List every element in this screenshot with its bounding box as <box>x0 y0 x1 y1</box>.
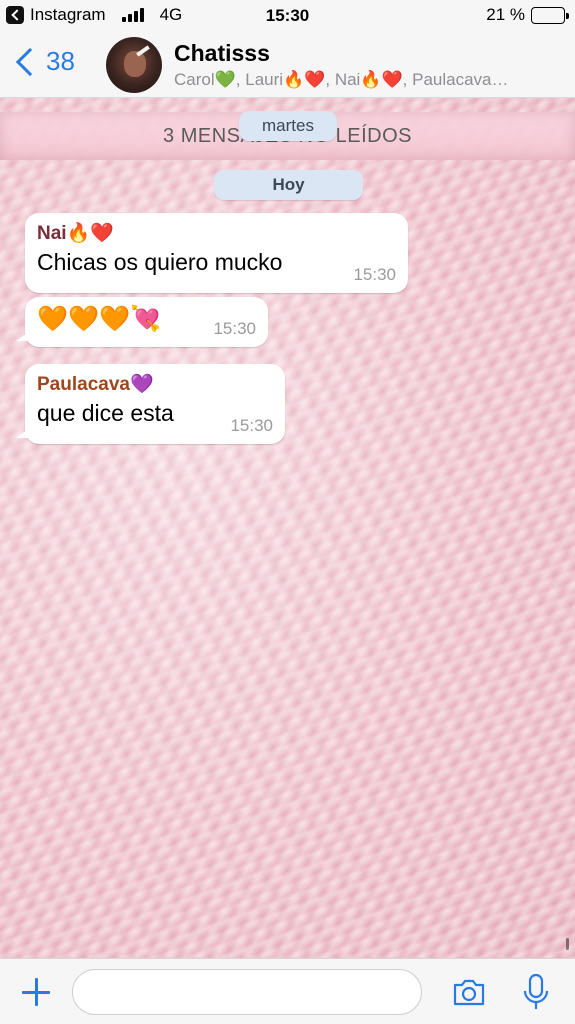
date-pill-martes: martes <box>239 111 337 141</box>
chat-participants[interactable]: Carol💚, Lauri🔥❤️, Nai🔥❤️, Paulacava… <box>174 70 554 90</box>
back-button[interactable]: 38 <box>10 46 75 77</box>
chat-header: 38 Chatisss Carol💚, Lauri🔥❤️, Nai🔥❤️, Pa… <box>0 32 575 98</box>
message-time: 15:30 <box>353 265 396 284</box>
message-bubble[interactable]: Nai🔥❤️ Chicas os quiero mucko 15:30 <box>25 213 408 293</box>
date-pill-today: Hoy <box>214 170 363 200</box>
plus-icon[interactable] <box>22 978 50 1006</box>
message-sender[interactable]: Nai🔥❤️ <box>37 221 396 245</box>
message-sender[interactable]: Paulacava💜 <box>37 372 273 396</box>
message-bubble[interactable]: Paulacava💜 que dice esta 15:30 <box>16 364 285 444</box>
group-avatar[interactable] <box>106 37 162 93</box>
scrollbar[interactable] <box>566 938 569 950</box>
status-bar: Instagram 4G 15:30 21 % <box>0 0 575 32</box>
chat-title[interactable]: Chatisss <box>174 40 270 67</box>
message-time: 15:30 <box>213 319 256 338</box>
battery-icon <box>531 6 569 24</box>
camera-icon[interactable] <box>452 977 486 1007</box>
unread-chats-count: 38 <box>46 46 75 76</box>
message-text: Chicas os quiero mucko <box>37 249 283 275</box>
battery-percent: 21 % <box>486 5 525 24</box>
chevron-left-icon <box>15 47 45 76</box>
microphone-icon[interactable] <box>522 973 550 1011</box>
message-input[interactable] <box>72 969 422 1015</box>
message-time: 15:30 <box>230 416 273 435</box>
message-bubble[interactable]: 🧡🧡🧡💘 15:30 <box>16 297 268 347</box>
battery-status: 21 % <box>486 5 569 25</box>
message-input-bar <box>0 958 575 1024</box>
